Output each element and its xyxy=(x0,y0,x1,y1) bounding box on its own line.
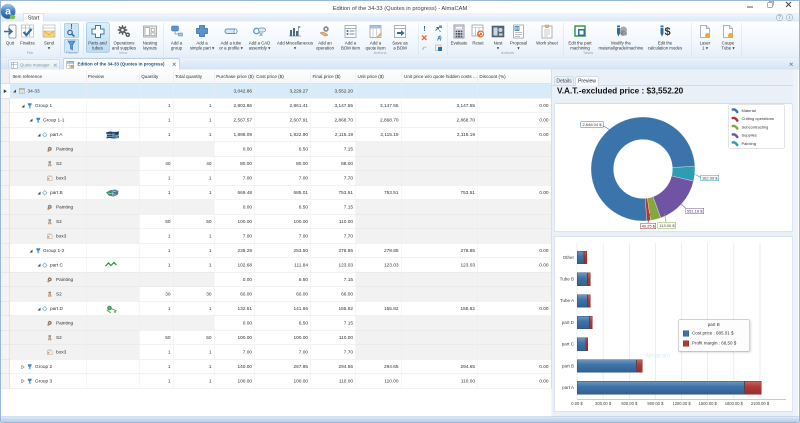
svg-text:$: $ xyxy=(664,26,670,38)
svg-text:a: a xyxy=(5,6,11,18)
svg-text:!: ! xyxy=(423,24,426,33)
